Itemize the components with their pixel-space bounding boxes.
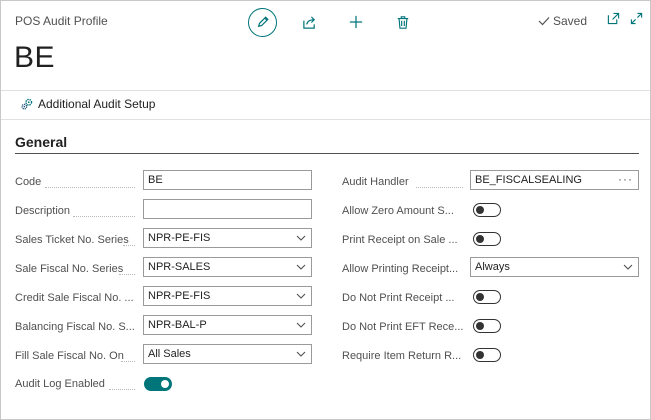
toolbar <box>248 7 418 37</box>
toggle-knob <box>476 350 484 359</box>
print-receipt-on-sale-label: Print Receipt on Sale ... <box>342 234 458 246</box>
label-leader <box>73 216 135 217</box>
label-leader <box>119 274 135 275</box>
audit-handler-lookup[interactable]: BE_FISCALSEALING ··· <box>470 170 639 190</box>
plus-icon <box>349 15 363 29</box>
credit-sale-fiscal-no-value: NPR-PE-FIS <box>148 290 211 302</box>
delete-button[interactable] <box>388 7 418 37</box>
code-field[interactable]: BE <box>143 170 312 190</box>
new-button[interactable] <box>341 7 371 37</box>
fill-sale-fiscal-no-on-label: Fill Sale Fiscal No. On <box>15 350 124 362</box>
balancing-fiscal-no-label: Balancing Fiscal No. S... <box>15 321 135 333</box>
chevron-down-icon <box>296 322 306 328</box>
sales-ticket-no-series-select[interactable]: NPR-PE-FIS <box>143 228 312 248</box>
open-new-window-icon <box>607 12 620 25</box>
allow-printing-receipt-label: Allow Printing Receipt... <box>342 263 459 275</box>
allow-printing-receipt-select[interactable]: Always <box>470 257 639 277</box>
section-divider <box>15 153 639 154</box>
pencil-icon <box>257 16 269 28</box>
audit-handler-label: Audit Handler <box>342 176 409 188</box>
label-leader <box>45 187 135 188</box>
allow-printing-receipt-value: Always <box>475 261 510 273</box>
toggle-knob <box>476 292 484 301</box>
section-title-general: General <box>15 134 68 150</box>
label-leader <box>109 389 135 390</box>
audit-handler-value: BE_FISCALSEALING <box>475 174 582 186</box>
action-bar: Additional Audit Setup <box>1 90 650 120</box>
saved-status: Saved <box>538 14 587 28</box>
code-label: Code <box>15 176 42 188</box>
expand-icon <box>630 12 643 25</box>
sales-ticket-no-series-value: NPR-PE-FIS <box>148 232 211 244</box>
fill-sale-fiscal-no-on-value: All Sales <box>148 348 191 360</box>
checkmark-icon <box>538 17 550 26</box>
label-leader <box>123 245 135 246</box>
toggle-knob <box>476 205 484 214</box>
sale-fiscal-no-series-value: NPR-SALES <box>148 261 211 273</box>
share-icon <box>302 15 315 29</box>
label-leader <box>121 361 135 362</box>
allow-zero-amount-toggle[interactable] <box>473 203 501 217</box>
allow-zero-amount-label: Allow Zero Amount S... <box>342 205 454 217</box>
audit-log-enabled-toggle[interactable] <box>144 377 172 391</box>
additional-audit-setup-action[interactable]: Additional Audit Setup <box>20 97 155 111</box>
trash-icon <box>397 15 409 29</box>
do-not-print-receipt-toggle[interactable] <box>473 290 501 304</box>
balancing-fiscal-no-select[interactable]: NPR-BAL-P <box>143 315 312 335</box>
open-new-window-button[interactable] <box>607 12 620 30</box>
sales-ticket-no-series-label: Sales Ticket No. Series <box>15 234 129 246</box>
additional-audit-setup-label: Additional Audit Setup <box>38 97 156 111</box>
balancing-fiscal-no-value: NPR-BAL-P <box>148 319 207 331</box>
window-controls <box>607 12 643 30</box>
sale-fiscal-no-series-label: Sale Fiscal No. Series <box>15 263 124 275</box>
share-button[interactable] <box>294 7 324 37</box>
credit-sale-fiscal-no-label: Credit Sale Fiscal No. ... <box>15 292 134 304</box>
fill-sale-fiscal-no-on-select[interactable]: All Sales <box>143 344 312 364</box>
toggle-knob <box>476 234 484 243</box>
description-label: Description <box>15 205 71 217</box>
chevron-down-icon <box>296 235 306 241</box>
do-not-print-eft-receipt-toggle[interactable] <box>473 319 501 333</box>
saved-label: Saved <box>553 14 588 28</box>
require-item-return-reason-toggle[interactable] <box>473 348 501 362</box>
do-not-print-eft-receipt-label: Do Not Print EFT Rece... <box>342 321 464 333</box>
edit-button[interactable] <box>248 7 277 37</box>
setup-gears-icon <box>21 98 33 110</box>
require-item-return-reason-label: Require Item Return R... <box>342 350 462 362</box>
chevron-down-icon <box>296 293 306 299</box>
toggle-knob <box>161 379 169 388</box>
sale-fiscal-no-series-select[interactable]: NPR-SALES <box>143 257 312 277</box>
credit-sale-fiscal-no-select[interactable]: NPR-PE-FIS <box>143 286 312 306</box>
print-receipt-on-sale-toggle[interactable] <box>473 232 501 246</box>
chevron-down-icon <box>296 264 306 270</box>
audit-log-enabled-label: Audit Log Enabled <box>15 378 105 390</box>
page-type-label: POS Audit Profile <box>15 14 108 28</box>
label-leader <box>416 187 463 188</box>
chevron-down-icon <box>623 264 633 270</box>
description-field[interactable] <box>143 199 312 219</box>
do-not-print-receipt-label: Do Not Print Receipt ... <box>342 292 455 304</box>
expand-button[interactable] <box>630 12 643 30</box>
page-frame: POS Audit Profile Saved BE Additional Au… <box>0 0 651 420</box>
toggle-knob <box>476 321 484 330</box>
chevron-down-icon <box>296 351 306 357</box>
ellipsis-icon[interactable]: ··· <box>618 172 633 186</box>
page-title: BE <box>14 41 56 74</box>
